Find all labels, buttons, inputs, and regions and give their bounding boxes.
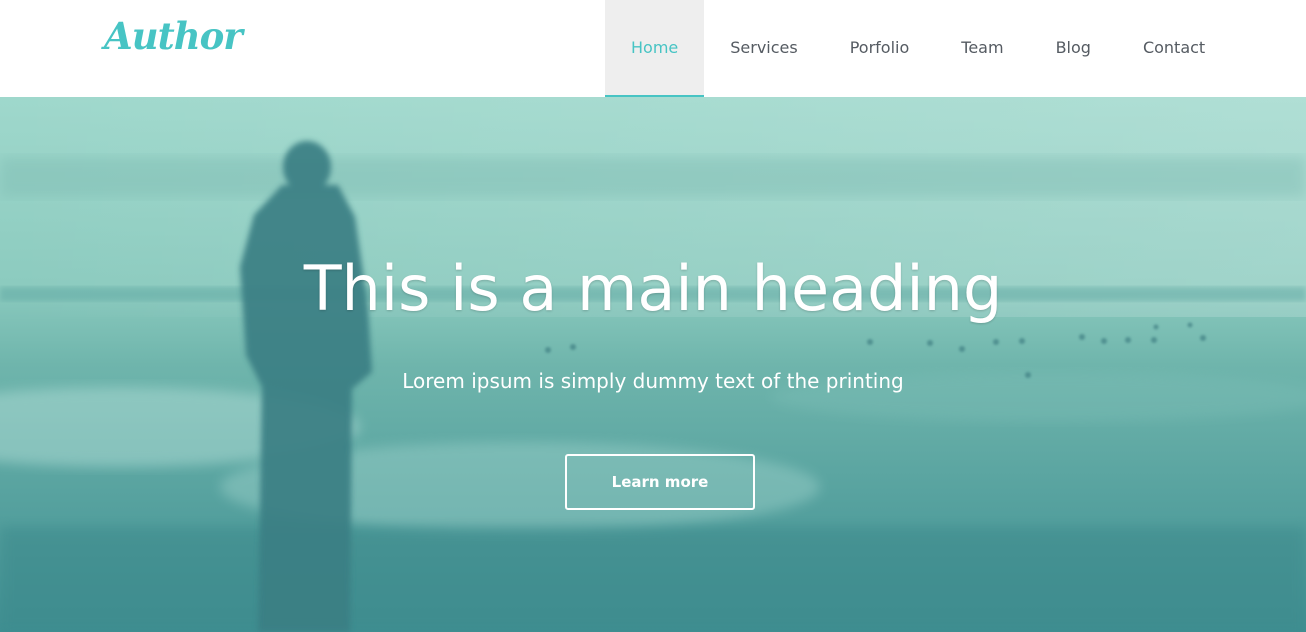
nav-item-label: Home — [631, 38, 679, 57]
nav-item-label: Contact — [1142, 38, 1206, 57]
hero-section: This is a main heading Lorem ipsum is si… — [0, 97, 1306, 632]
site-header: Author Home Services Porfolio Team Blog … — [0, 0, 1306, 97]
nav-item-home[interactable]: Home — [605, 0, 705, 97]
site-logo[interactable]: Author — [104, 18, 243, 55]
main-nav: Home Services Porfolio Team Blog Contact — [605, 0, 1231, 97]
nav-item-contact[interactable]: Contact — [1117, 0, 1231, 97]
nav-item-label: Services — [730, 38, 798, 57]
learn-more-button[interactable]: Learn more — [565, 454, 755, 510]
nav-item-label: Porfolio — [849, 38, 910, 57]
nav-item-services[interactable]: Services — [704, 0, 823, 97]
nav-item-portfolio[interactable]: Porfolio — [824, 0, 936, 97]
hero-subtitle: Lorem ipsum is simply dummy text of the … — [402, 369, 904, 393]
nav-item-team[interactable]: Team — [935, 0, 1029, 97]
hero-title: This is a main heading — [303, 252, 1003, 325]
nav-item-blog[interactable]: Blog — [1030, 0, 1117, 97]
nav-item-label: Blog — [1055, 38, 1091, 57]
nav-item-label: Team — [961, 38, 1004, 57]
hero-content: This is a main heading Lorem ipsum is si… — [0, 97, 1306, 632]
